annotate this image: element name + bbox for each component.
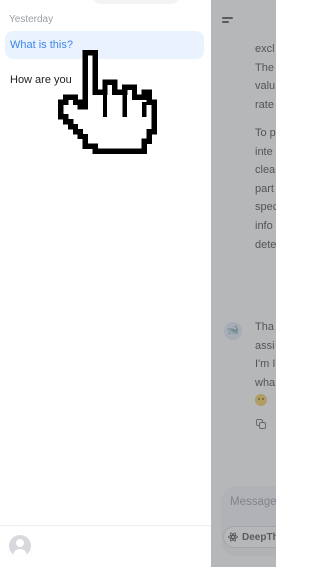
message-line: clea: [255, 164, 276, 177]
message-line: To p: [255, 127, 276, 139]
deepthink-label: DeepTh: [242, 531, 276, 543]
assistant-message-text: To p inte clea part spec info dete: [255, 124, 276, 254]
conversation-item[interactable]: How are you: [5, 66, 204, 94]
conversation-item-selected[interactable]: What is this?: [5, 31, 204, 59]
message-line: valu: [255, 80, 276, 93]
message-line: Tha: [255, 321, 274, 333]
message-line: info: [255, 219, 273, 232]
drawer-footer: [0, 525, 211, 567]
whale-logo-icon: 🐋: [224, 322, 242, 340]
copy-icon[interactable]: [256, 419, 267, 430]
message-line: The: [255, 61, 274, 74]
deepthink-toggle-button[interactable]: DeepTh: [223, 526, 276, 548]
message-line: rate: [255, 98, 274, 111]
chat-pane[interactable]: excl The valu rate To p inte clea part s…: [211, 0, 276, 567]
conversation-drawer: Yesterday What is this? How are you: [0, 0, 211, 567]
message-line: part: [255, 182, 274, 195]
atom-icon: [228, 531, 238, 543]
conversation-title: How are you: [10, 74, 72, 86]
smile-emoji-icon: [255, 392, 276, 411]
menu-icon[interactable]: [222, 17, 233, 26]
message-line: inte: [255, 145, 273, 158]
assistant-message-text: excl The valu rate: [255, 40, 276, 114]
user-avatar-icon[interactable]: [9, 535, 31, 557]
message-line: wha: [255, 376, 276, 389]
message-line: I'm I: [255, 358, 276, 371]
message-line: excl: [255, 43, 275, 55]
drawer-top-pill: [92, 0, 180, 4]
assistant-greeting-text: Tha assi I'm I wha: [255, 318, 276, 411]
section-label-yesterday: Yesterday: [9, 14, 54, 25]
conversation-title: What is this?: [10, 39, 73, 51]
message-line: assi: [255, 339, 275, 352]
message-input-placeholder[interactable]: Message: [230, 496, 276, 508]
message-line: spec: [255, 201, 276, 214]
message-line: dete: [255, 238, 276, 251]
